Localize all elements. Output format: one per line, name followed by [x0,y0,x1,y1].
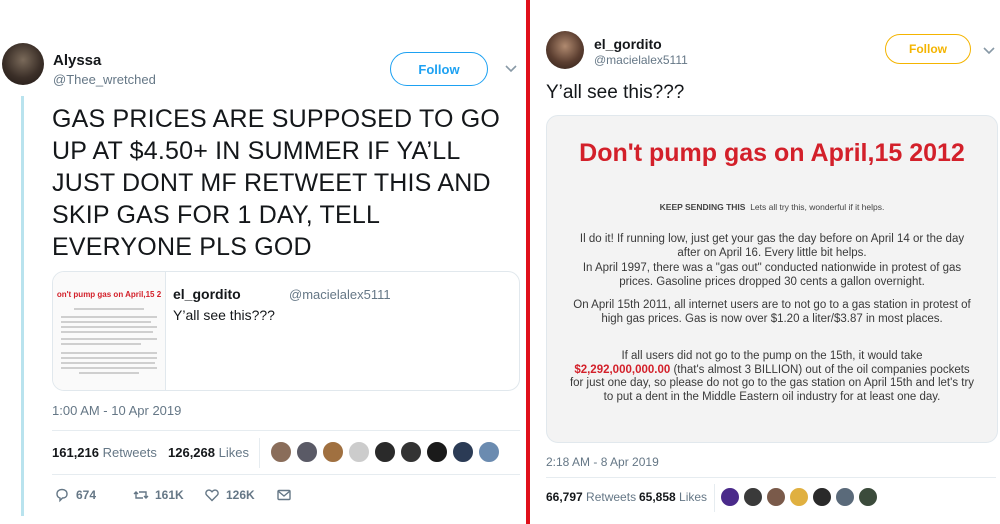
retweet-action[interactable]: 161K [133,487,184,503]
retweets-stat[interactable]: 66,797 Retweets [546,490,636,504]
retweets-count: 161,216 [52,445,99,460]
reply-icon [56,488,68,503]
liker-avatar[interactable] [270,441,292,463]
liker-avatar[interactable] [426,441,448,463]
liker-avatar[interactable] [348,441,370,463]
liker-avatar[interactable] [789,487,809,507]
flyer-paragraph: Il do it! If running low, just get your … [579,233,965,259]
liker-avatar[interactable] [720,487,740,507]
liker-avatar[interactable] [374,441,396,463]
envelope-icon [277,489,291,501]
retweets-label: Retweets [102,445,157,460]
retweet-count: 161K [155,488,184,502]
likes-label: Likes [218,445,249,460]
retweets-count: 66,797 [546,490,583,504]
left-tweet-panel: Alyssa @Thee_wretched Follow GAS PRICES … [0,0,526,524]
quoted-tweet-text: Y’all see this??? [173,307,275,323]
el-gordito-avatar[interactable] [546,31,584,69]
likes-stat[interactable]: 126,268 Likes [168,445,249,460]
retweets-stat[interactable]: 161,216 Retweets [52,445,157,460]
stats-separator [714,484,715,512]
message-action[interactable] [276,487,292,503]
retweets-label: Retweets [586,490,637,504]
liker-avatar[interactable] [766,487,786,507]
flyer-paragraph: On April 15th 2011, all internet users a… [573,299,971,325]
likes-count: 65,858 [639,490,676,504]
likes-count: 126,268 [168,445,215,460]
divider [52,430,520,431]
liker-avatar[interactable] [858,487,878,507]
divider [546,477,996,478]
panel-divider [526,0,530,524]
alyssa-avatar[interactable] [2,43,44,85]
liker-avatar[interactable] [835,487,855,507]
stats-separator [259,438,260,468]
author-handle[interactable]: @macielalex5111 [594,53,688,67]
flyer-paragraph: In April 1997, there was a "gas out" con… [582,262,962,288]
quoted-author-handle[interactable]: @macielalex5111 [289,287,391,302]
liker-avatar[interactable] [322,441,344,463]
follow-button[interactable]: Follow [390,52,488,86]
liker-avatar[interactable] [452,441,474,463]
flyer-title: Don't pump gas on April,15 2012 [579,139,965,167]
author-handle[interactable]: @Thee_wretched [53,72,156,87]
flyer-paragraph: If all users did not go to the pump on t… [569,350,975,403]
tweet-timestamp[interactable]: 2:18 AM - 8 Apr 2019 [546,455,659,469]
liker-avatar[interactable] [743,487,763,507]
chevron-down-icon[interactable] [505,62,517,76]
thumbnail-title: on't pump gas on April,15 2 [56,290,162,299]
like-count: 126K [226,488,255,502]
author-name[interactable]: el_gordito [594,36,662,52]
thread-line [21,96,24,516]
author-name[interactable]: Alyssa [53,52,101,69]
tweet-timestamp[interactable]: 1:00 AM - 10 Apr 2019 [52,403,181,418]
likes-label: Likes [679,490,708,504]
likes-stat[interactable]: 65,858 Likes [639,490,707,504]
reply-count: 674 [76,488,97,502]
reply-action[interactable]: 674 [54,487,96,503]
tweet-text: Y’all see this??? [546,82,685,103]
follow-button[interactable]: Follow [885,34,971,64]
retweet-icon [133,491,149,499]
quoted-tweet-card[interactable]: on't pump gas on April,15 2 el_gordito @… [52,271,520,391]
liker-avatar[interactable] [296,441,318,463]
liker-avatar[interactable] [400,441,422,463]
right-tweet-panel: el_gordito @macielalex5111 Follow Y’all … [532,0,1000,524]
flyer-subtitle: KEEP SENDING THIS Lets all try this, won… [659,202,885,212]
tweet-text: GAS PRICES ARE SUPPOSED TO GO UP AT $4.5… [52,105,501,261]
tweet-image-flyer[interactable]: Don't pump gas on April,15 2012 KEEP SEN… [546,115,998,443]
heart-icon [205,489,219,502]
divider [52,474,520,475]
liker-avatar[interactable] [478,441,500,463]
quoted-author-name[interactable]: el_gordito [173,286,241,302]
quoted-tweet-thumbnail: on't pump gas on April,15 2 [53,272,166,390]
chevron-down-icon[interactable] [983,44,995,58]
like-action[interactable]: 126K [204,487,255,503]
liker-avatar[interactable] [812,487,832,507]
